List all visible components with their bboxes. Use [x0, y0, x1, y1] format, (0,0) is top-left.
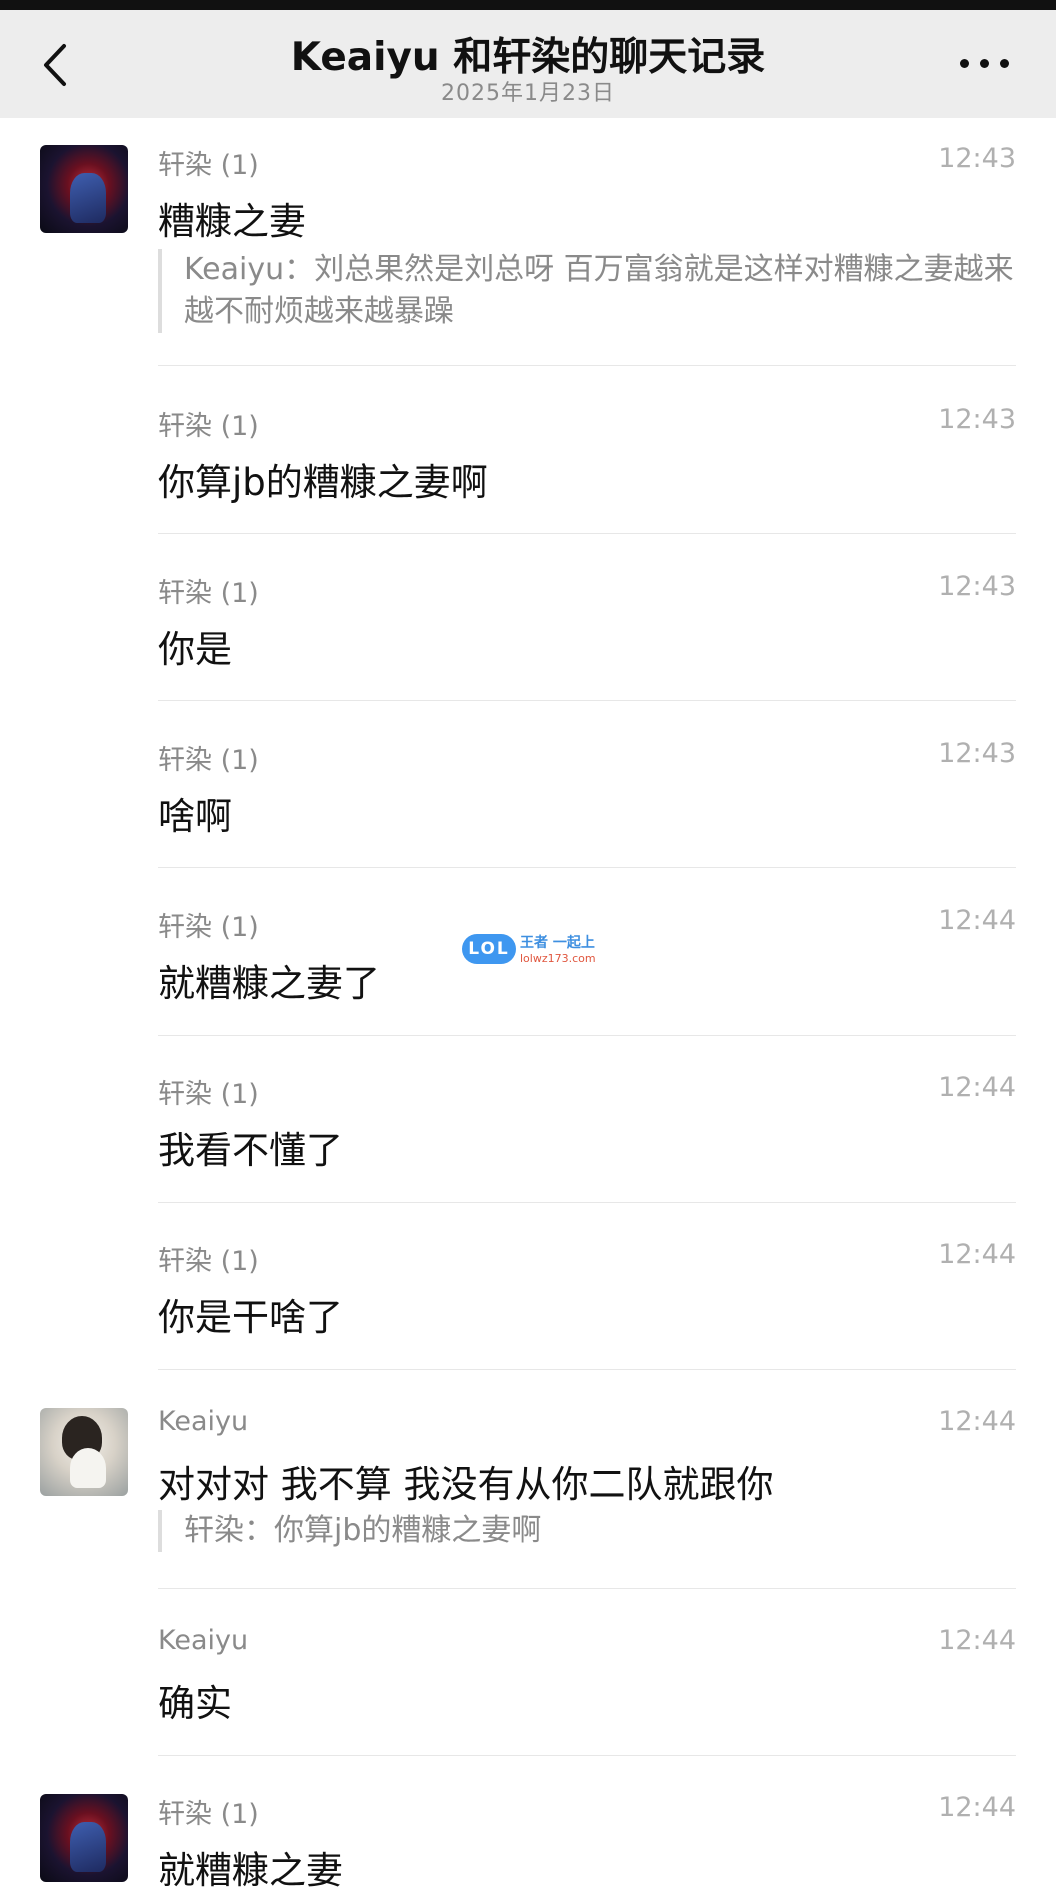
watermark-url: lolwz173.com: [520, 952, 596, 965]
more-dot-icon: [960, 59, 969, 68]
message-time: 12:44: [938, 1239, 1016, 1270]
avatar[interactable]: [40, 145, 128, 233]
page-subtitle-date: 2025年1月23日: [441, 81, 615, 106]
message-text: 啥啊: [158, 795, 232, 838]
sender-name: 轩染 (1): [158, 1799, 259, 1830]
page-title: Keaiyu 和轩染的聊天记录: [290, 35, 766, 80]
divider: [158, 867, 1016, 868]
message-text: 就糟糠之妻: [158, 1849, 343, 1892]
watermark-logo-badge: LOL: [462, 934, 516, 964]
message-time: 12:43: [938, 143, 1016, 174]
title-bar: Keaiyu 和轩染的聊天记录 2025年1月23日: [0, 0, 1056, 118]
message-time: 12:44: [938, 905, 1016, 936]
sender-name: 轩染 (1): [158, 578, 259, 609]
sender-name: 轩染 (1): [158, 912, 259, 943]
avatar[interactable]: [40, 1794, 128, 1882]
divider: [158, 1202, 1016, 1203]
sender-name: Keaiyu: [158, 1625, 249, 1656]
divider: [158, 1588, 1016, 1589]
watermark-text: 王者 一起上: [520, 935, 595, 951]
message-time: 12:44: [938, 1406, 1016, 1437]
message-time: 12:43: [938, 571, 1016, 602]
message-text: 对对对 我不算 我没有从你二队就跟你: [158, 1463, 774, 1506]
quoted-reply[interactable]: Keaiyu：刘总果然是刘总呀 百万富翁就是这样对糟糠之妻越来越不耐烦越来越暴躁: [158, 249, 1034, 333]
divider: [158, 365, 1016, 366]
sender-name: 轩染 (1): [158, 1079, 259, 1110]
avatar[interactable]: [40, 1408, 128, 1496]
more-dot-icon: [980, 59, 989, 68]
message-text: 你算jb的糟糠之妻啊: [158, 461, 488, 504]
sender-name: 轩染 (1): [158, 745, 259, 776]
divider: [158, 700, 1016, 701]
more-dot-icon: [1000, 59, 1009, 68]
divider: [158, 533, 1016, 534]
divider: [158, 1755, 1016, 1756]
status-strip: [0, 0, 1056, 10]
message-text: 确实: [158, 1682, 232, 1725]
message-text: 你是: [158, 628, 232, 671]
site-watermark: LOL 王者 一起上 lolwz173.com: [462, 932, 602, 970]
sender-name: 轩染 (1): [158, 411, 259, 442]
message-time: 12:44: [938, 1625, 1016, 1656]
message-text: 就糟糠之妻了: [158, 962, 380, 1005]
message-time: 12:44: [938, 1072, 1016, 1103]
message-text: 你是干啥了: [158, 1296, 343, 1339]
message-time: 12:43: [938, 404, 1016, 435]
divider: [158, 1369, 1016, 1370]
message-time: 12:44: [938, 1792, 1016, 1823]
divider: [158, 1035, 1016, 1036]
message-text: 我看不懂了: [158, 1129, 343, 1172]
quoted-reply[interactable]: 轩染：你算jb的糟糠之妻啊: [158, 1510, 1034, 1552]
sender-name: 轩染 (1): [158, 1246, 259, 1277]
message-time: 12:43: [938, 738, 1016, 769]
message-text: 糟糠之妻: [158, 200, 306, 243]
sender-name: 轩染 (1): [158, 150, 259, 181]
more-button[interactable]: [960, 50, 1016, 76]
sender-name: Keaiyu: [158, 1406, 249, 1437]
